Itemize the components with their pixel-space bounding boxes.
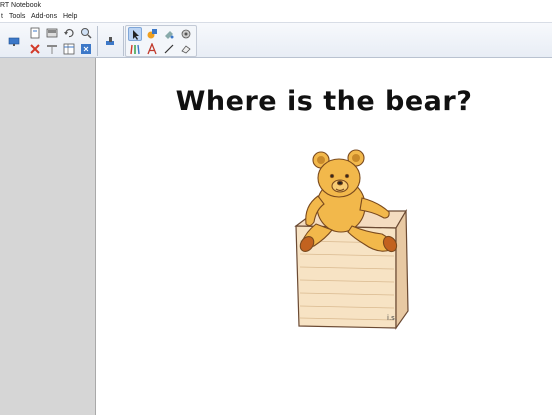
menu-item-partial[interactable]: t <box>1 11 3 22</box>
text-icon <box>147 43 157 55</box>
fill-icon <box>165 31 174 39</box>
page-sorter-sidebar[interactable] <box>0 58 96 415</box>
screen-shade-button[interactable] <box>45 26 59 40</box>
toolbar <box>0 22 552 58</box>
shapes-button[interactable] <box>145 27 159 41</box>
document-camera-icon <box>106 37 114 45</box>
notebook-canvas[interactable]: Where is the bear? i.s. <box>96 58 552 415</box>
pen-icon <box>130 44 140 55</box>
table-button[interactable] <box>62 42 76 56</box>
menu-item-add-ons[interactable]: Add-ons <box>31 11 57 22</box>
zoom-icon <box>81 28 92 39</box>
document-camera-button[interactable] <box>103 34 119 50</box>
eraser-button[interactable] <box>179 42 193 56</box>
zoom-button[interactable] <box>79 26 93 40</box>
table-icon <box>63 43 75 55</box>
screen-shade-icon <box>46 28 58 38</box>
toolbar-separator <box>97 26 98 56</box>
undo-button[interactable] <box>62 26 76 40</box>
menu-item-help[interactable]: Help <box>63 11 77 22</box>
line-button[interactable] <box>162 42 176 56</box>
delete-icon <box>30 44 40 54</box>
screen-icon <box>47 45 57 54</box>
pen-button[interactable] <box>128 42 142 56</box>
pull-tab-icon <box>81 44 91 54</box>
text-button[interactable] <box>145 42 159 56</box>
menu-bar: t Tools Add-ons Help <box>0 11 552 22</box>
open-page-button[interactable] <box>28 26 42 40</box>
teddy-bear-on-box-image[interactable] <box>286 146 416 331</box>
eraser-icon <box>181 45 191 54</box>
page-title: Where is the bear? <box>175 86 473 117</box>
pull-tab-button[interactable] <box>79 42 93 56</box>
open-page-icon <box>30 27 40 39</box>
line-icon <box>164 44 174 54</box>
artist-initials: i.s. <box>387 314 398 322</box>
menu-item-tools[interactable]: Tools <box>9 11 25 22</box>
window-title: RT Notebook <box>0 2 41 9</box>
title-bar: RT Notebook <box>0 0 552 11</box>
shapes-icon <box>147 29 157 39</box>
select-icon <box>133 30 139 40</box>
display-icon <box>8 37 20 46</box>
display-button[interactable] <box>7 35 23 51</box>
delete-button[interactable] <box>28 42 42 56</box>
toolbar-separator <box>123 26 124 56</box>
magic-pen-button[interactable] <box>179 27 193 41</box>
select-button[interactable] <box>128 27 142 41</box>
magic-pen-icon <box>181 29 191 39</box>
undo-icon <box>64 29 74 38</box>
screen-button[interactable] <box>45 42 59 56</box>
fill-button[interactable] <box>162 27 176 41</box>
